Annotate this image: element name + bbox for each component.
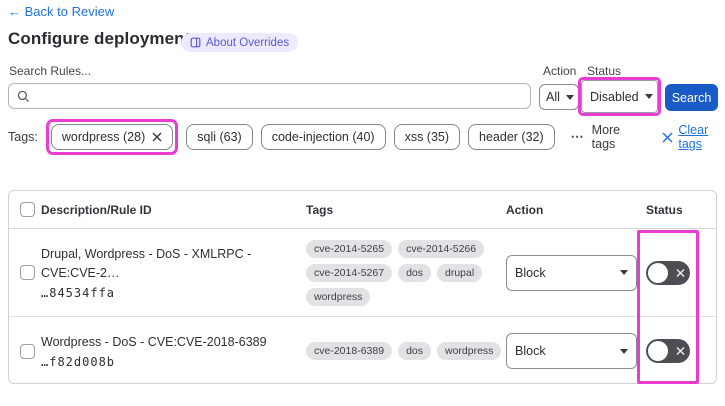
chevron-down-icon <box>620 348 628 354</box>
table-header-row: Description/Rule ID Tags Action Status <box>9 191 716 229</box>
chevron-down-icon <box>644 94 653 99</box>
action-select[interactable]: Block <box>506 254 637 291</box>
remove-tag-icon[interactable] <box>152 132 162 142</box>
more-tags-button[interactable]: ⋯ More tags <box>571 123 637 151</box>
row-checkbox[interactable] <box>20 343 35 359</box>
rule-tag: cve-2014-5265 <box>306 239 393 258</box>
search-icon <box>17 90 30 103</box>
search-button[interactable]: Search <box>665 84 718 111</box>
search-rules-input[interactable] <box>36 89 522 103</box>
table-row: Wordpress - DoS - CVE:CVE-2018-6389 …f82… <box>9 316 716 385</box>
action-filter-dropdown[interactable]: All <box>539 84 579 110</box>
rule-tag: dos <box>398 263 431 282</box>
rule-tag: wordpress <box>306 287 371 306</box>
about-overrides-badge[interactable]: About Overrides <box>181 33 299 52</box>
toggle-off-icon <box>676 346 685 356</box>
status-toggle[interactable] <box>646 339 690 363</box>
status-filter-value: Disabled <box>590 89 639 104</box>
page-title: Configure deployment <box>8 29 191 48</box>
tag-chip-xss[interactable]: xss (35) <box>393 124 461 150</box>
action-select-value: Block <box>515 344 546 358</box>
toggle-knob <box>648 341 668 361</box>
rule-tag: wordpress <box>437 342 502 360</box>
rule-id: …84534ffa <box>41 286 116 300</box>
clear-icon <box>662 132 673 143</box>
rule-tag: drupal <box>437 263 483 282</box>
column-header-status: Status <box>646 203 683 217</box>
rule-description: Drupal, Wordpress - DoS - XMLRPC - CVE:C… <box>41 247 252 280</box>
action-filter-value: All <box>546 90 560 104</box>
rule-tag: cve-2018-6389 <box>306 342 393 360</box>
rule-tag: dos <box>398 342 431 360</box>
ellipsis-icon: ⋯ <box>570 129 585 144</box>
toggle-off-icon <box>676 268 685 277</box>
search-rules-box[interactable] <box>8 83 531 109</box>
rule-tag: cve-2014-5267 <box>306 263 393 282</box>
tags-filter-bar: Tags: wordpress (28) sqli (63) code-inje… <box>8 119 725 155</box>
tag-chip-label: wordpress (28) <box>61 130 146 144</box>
tag-chip-code-injection[interactable]: code-injection (40) <box>260 124 386 150</box>
rule-description: Wordpress - DoS - CVE:CVE-2018-6389 <box>41 335 267 349</box>
column-header-description: Description/Rule ID <box>41 203 152 217</box>
column-header-action: Action <box>506 203 544 217</box>
chevron-down-icon <box>565 94 574 100</box>
back-to-review-link[interactable]: ← Back to Review <box>8 4 114 19</box>
table-row: Drupal, Wordpress - DoS - XMLRPC - CVE:C… <box>9 229 716 316</box>
action-label: Action <box>543 64 577 78</box>
clear-tags-button[interactable]: Clear tags <box>662 123 725 151</box>
rules-table: Description/Rule ID Tags Action Status D… <box>8 190 717 384</box>
column-header-tags: Tags <box>306 203 334 217</box>
status-dropdown-highlight: Disabled <box>578 77 661 116</box>
rule-tag: cve-2014-5266 <box>398 239 485 258</box>
tags-label: Tags: <box>8 130 38 144</box>
tag-chip-header[interactable]: header (32) <box>468 124 555 150</box>
status-toggle[interactable] <box>646 260 690 285</box>
action-select[interactable]: Block <box>506 333 637 369</box>
rule-id: …f82d008b <box>41 355 116 369</box>
more-tags-label: More tags <box>591 123 621 151</box>
about-overrides-icon <box>190 37 201 48</box>
chevron-down-icon <box>620 270 628 275</box>
about-overrides-label: About Overrides <box>206 36 290 49</box>
selected-tag-highlight: wordpress (28) <box>45 119 179 155</box>
action-select-value: Block <box>515 265 546 280</box>
search-rules-label: Search Rules... <box>9 64 92 78</box>
tag-chip-wordpress[interactable]: wordpress (28) <box>50 124 174 150</box>
clear-tags-label: Clear tags <box>678 123 709 151</box>
row-checkbox[interactable] <box>20 265 35 280</box>
tag-chip-sqli[interactable]: sqli (63) <box>186 124 253 150</box>
select-all-checkbox[interactable] <box>20 202 35 217</box>
status-label: Status <box>587 64 622 78</box>
status-filter-dropdown[interactable]: Disabled <box>581 80 658 113</box>
toggle-knob <box>648 262 668 283</box>
